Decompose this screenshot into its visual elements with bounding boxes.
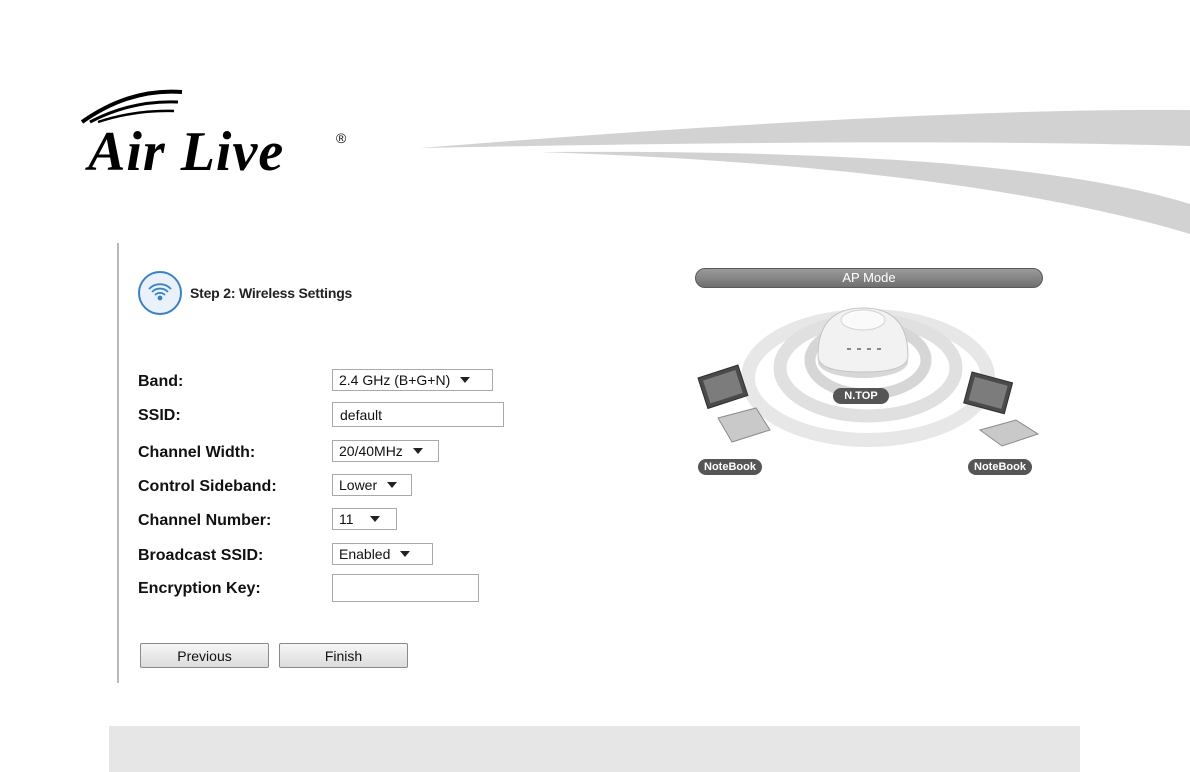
chevron-down-icon	[412, 448, 423, 454]
client-label-right: NoteBook	[968, 459, 1032, 475]
step-header: Step 2: Wireless Settings	[138, 270, 352, 316]
header-swoosh	[420, 109, 1190, 234]
control-sideband-label: Control Sideband:	[138, 478, 277, 495]
previous-button[interactable]: Previous	[140, 643, 269, 668]
encryption-key-label: Encryption Key:	[138, 580, 261, 597]
left-divider	[117, 243, 119, 683]
broadcast-ssid-select[interactable]: Enabled	[332, 543, 433, 565]
chevron-down-icon	[460, 377, 471, 383]
network-illustration	[697, 307, 1040, 447]
channel-number-select-value: 11	[339, 511, 354, 527]
encryption-key-input[interactable]	[332, 574, 479, 602]
client-label-left: NoteBook	[698, 459, 762, 475]
channel-width-select[interactable]: 20/40MHz	[332, 440, 439, 462]
wifi-icon	[138, 271, 182, 315]
broadcast-ssid-label: Broadcast SSID:	[138, 547, 264, 564]
broadcast-ssid-select-value: Enabled	[339, 546, 391, 562]
footer-bar	[109, 726, 1080, 772]
band-label: Band:	[138, 373, 184, 390]
airlive-logo: Air Live ®	[70, 78, 370, 188]
control-sideband-select[interactable]: Lower	[332, 474, 412, 496]
finish-button[interactable]: Finish	[279, 643, 408, 668]
channel-width-label: Channel Width:	[138, 444, 256, 461]
logo-wordmark: Air Live	[88, 121, 285, 183]
device-label: N.TOP	[833, 388, 889, 404]
channel-number-select[interactable]: 11	[332, 508, 397, 530]
ssid-input[interactable]	[332, 402, 504, 427]
channel-number-label: Channel Number:	[138, 512, 272, 529]
chevron-down-icon	[400, 551, 411, 557]
registered-mark: ®	[336, 130, 347, 146]
chevron-down-icon	[369, 516, 380, 522]
band-select[interactable]: 2.4 GHz (B+G+N)	[332, 369, 493, 391]
band-select-value: 2.4 GHz (B+G+N)	[339, 372, 451, 388]
chevron-down-icon	[387, 482, 398, 488]
ssid-label: SSID:	[138, 407, 181, 424]
ap-mode-diagram: AP Mode N.TOP NoteBook NoteBook	[690, 268, 1045, 483]
channel-width-select-value: 20/40MHz	[339, 443, 403, 459]
control-sideband-select-value: Lower	[339, 477, 378, 493]
step-title: Step 2: Wireless Settings	[190, 285, 353, 301]
